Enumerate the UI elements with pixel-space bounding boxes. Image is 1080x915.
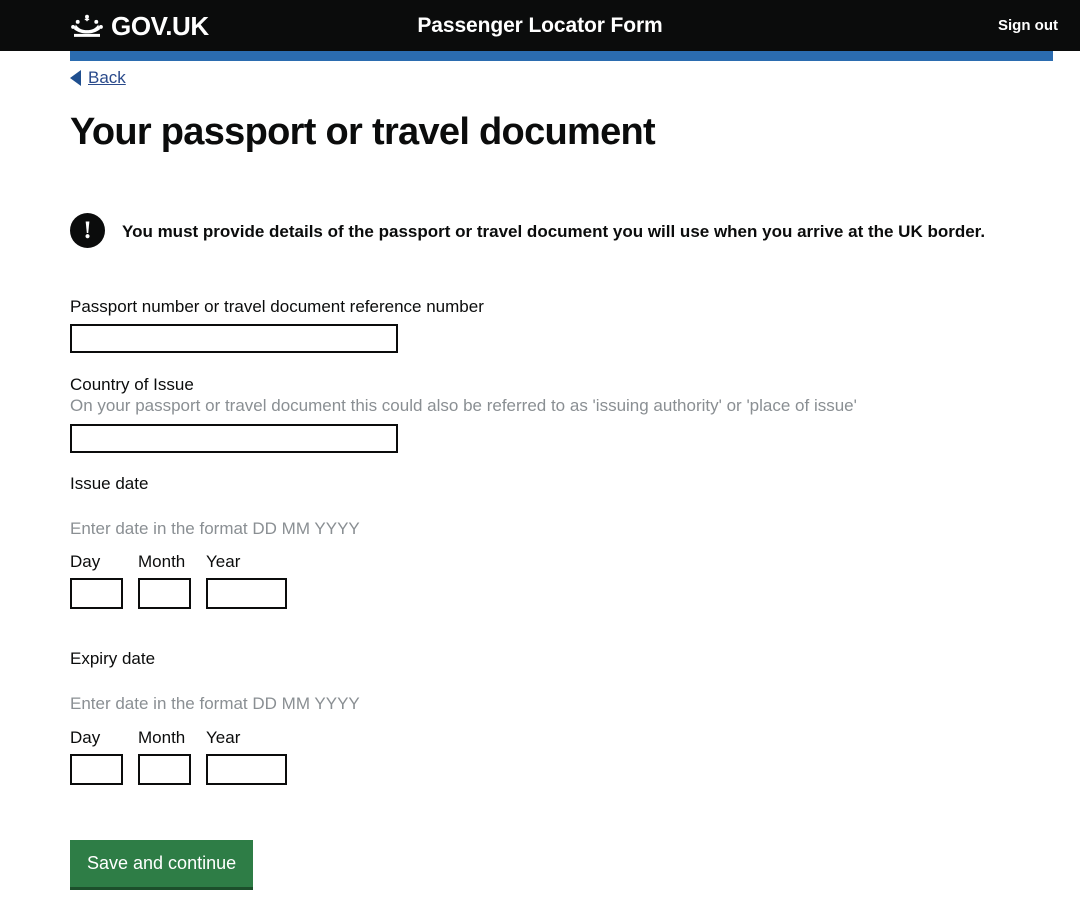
back-link[interactable]: Back (70, 69, 126, 86)
gov-uk-brand-link[interactable]: GOV.UK (70, 13, 209, 39)
expiry-date-month-input[interactable] (138, 753, 191, 785)
issue-date-label: Issue date (70, 473, 149, 493)
issue-date-day-input[interactable] (70, 578, 123, 610)
expiry-date-year-part: Year (206, 729, 287, 785)
expiry-date-label: Expiry date (70, 649, 156, 669)
brand-label: GOV.UK (111, 10, 209, 41)
country-of-issue-label: Country of Issue (70, 375, 194, 395)
warning-notice: ! You must provide details of the passpo… (70, 212, 1053, 248)
country-of-issue-group: Country of Issue On your passport or tra… (70, 374, 1053, 453)
issue-date-month-label: Month (138, 552, 186, 572)
passport-number-label: Passport number or travel document refer… (70, 296, 484, 316)
expiry-date-month-part: Month (138, 729, 191, 785)
issue-date-day-part: Day (70, 552, 123, 610)
expiry-date-year-input[interactable] (206, 753, 287, 785)
back-arrow-icon (70, 69, 81, 86)
expiry-date-day-part: Day (70, 729, 123, 785)
issue-date-hint: Enter date in the format DD MM YYYY (70, 518, 360, 538)
warning-text: You must provide details of the passport… (122, 221, 986, 241)
expiry-date-hint: Enter date in the format DD MM YYYY (70, 694, 360, 714)
phase-bar (70, 51, 1053, 61)
warning-exclamation-icon: ! (70, 212, 105, 248)
issue-date-year-part: Year (206, 552, 287, 610)
crown-icon (71, 14, 103, 37)
submit-row: Save and continue (70, 839, 1053, 890)
issue-date-day-label: Day (70, 552, 101, 572)
expiry-date-inputs: Day Month Year (70, 729, 1053, 785)
issue-date-inputs: Day Month Year (70, 552, 1053, 610)
page-title: Your passport or travel document (70, 111, 656, 153)
issue-date-year-input[interactable] (206, 578, 287, 610)
expiry-date-day-input[interactable] (70, 753, 123, 785)
gov-uk-header: GOV.UK Passenger Locator Form Sign out (0, 0, 1080, 51)
issue-date-month-part: Month (138, 552, 191, 610)
issue-date-year-label: Year (206, 552, 241, 572)
expiry-date-day-label: Day (70, 727, 101, 747)
country-of-issue-input[interactable] (70, 423, 398, 453)
save-and-continue-button[interactable]: Save and continue (70, 839, 254, 890)
issue-date-month-input[interactable] (138, 578, 191, 610)
passport-form: Passport number or travel document refer… (70, 296, 1053, 890)
issue-date-group: Issue date Enter date in the format DD M… (70, 473, 1053, 610)
expiry-date-group: Expiry date Enter date in the format DD … (70, 648, 1053, 785)
expiry-date-month-label: Month (138, 727, 186, 747)
passport-number-group: Passport number or travel document refer… (70, 296, 1053, 354)
back-link-row: Back (70, 64, 1053, 91)
expiry-date-year-label: Year (206, 727, 241, 747)
passport-number-input[interactable] (70, 324, 398, 354)
country-of-issue-hint: On your passport or travel document this… (70, 396, 857, 416)
page-content: Back Your passport or travel document ! … (0, 64, 1080, 890)
sign-out-link[interactable]: Sign out (998, 17, 1058, 34)
back-link-label: Back (88, 68, 126, 87)
